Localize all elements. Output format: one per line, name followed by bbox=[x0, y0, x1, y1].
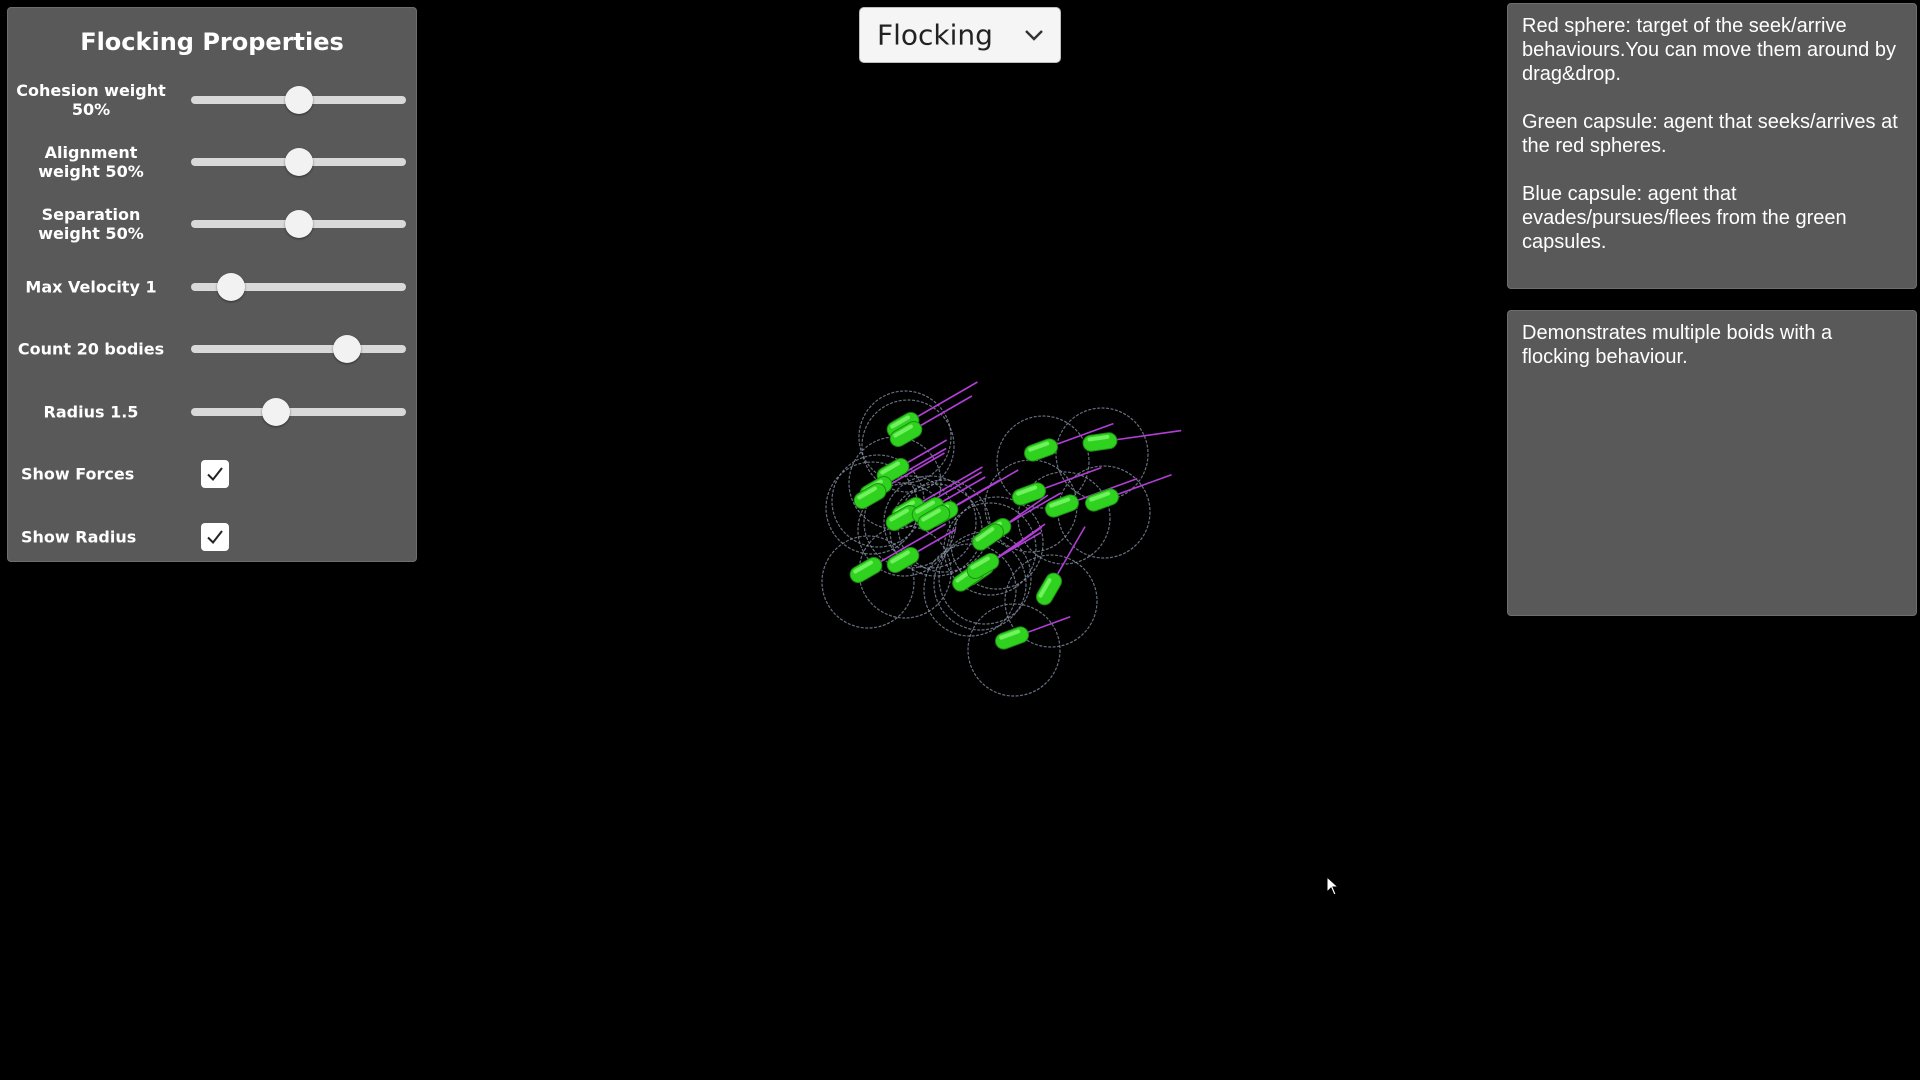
legend-blue-capsule: Blue capsule: agent that evades/pursues/… bbox=[1522, 183, 1847, 253]
show-radius-label: Show Radius bbox=[21, 527, 137, 547]
mode-selected-value: Flocking bbox=[877, 18, 993, 52]
legend-red-sphere: Red sphere: target of the seek/arrive be… bbox=[1522, 15, 1896, 85]
green-capsule-agent bbox=[1045, 494, 1079, 518]
green-capsule-agent bbox=[1024, 438, 1058, 462]
show-forces-label: Show Forces bbox=[21, 464, 135, 484]
slider-thumb[interactable] bbox=[262, 398, 291, 426]
green-capsule-agent bbox=[1082, 432, 1118, 452]
slider-thumb[interactable] bbox=[284, 148, 313, 176]
mode-dropdown[interactable]: Flocking bbox=[859, 7, 1061, 63]
count-label: Count 20 bodies bbox=[17, 339, 165, 359]
count-slider[interactable] bbox=[191, 334, 406, 364]
alignment-row: Alignment weight 50% bbox=[8, 137, 416, 187]
checkmark-icon bbox=[207, 530, 223, 545]
green-capsule-agent bbox=[995, 626, 1029, 650]
slider-track bbox=[191, 408, 406, 416]
show-forces-checkbox[interactable] bbox=[201, 460, 229, 488]
show-radius-row: Show Radius bbox=[8, 512, 416, 562]
separation-slider[interactable] bbox=[191, 209, 406, 239]
chevron-down-icon bbox=[1025, 30, 1043, 41]
max-velocity-row: Max Velocity 1 bbox=[8, 262, 416, 312]
cohesion-row: Cohesion weight 50% bbox=[8, 75, 416, 125]
green-capsule-agent bbox=[1036, 572, 1062, 606]
green-capsule-agent bbox=[849, 557, 883, 583]
mouse-cursor-icon bbox=[1326, 876, 1340, 896]
radius-slider[interactable] bbox=[191, 397, 406, 427]
description-panel: Demonstrates multiple boids with a flock… bbox=[1507, 310, 1917, 616]
slider-track bbox=[191, 345, 406, 353]
show-radius-checkbox[interactable] bbox=[201, 523, 229, 551]
alignment-slider[interactable] bbox=[191, 147, 406, 177]
radius-label: Radius 1.5 bbox=[43, 402, 139, 422]
show-forces-row: Show Forces bbox=[8, 449, 416, 499]
separation-label: Separation weight 50% bbox=[38, 205, 144, 243]
slider-thumb[interactable] bbox=[284, 86, 313, 114]
count-row: Count 20 bodies bbox=[8, 324, 416, 374]
panel-title: Flocking Properties bbox=[80, 28, 344, 56]
separation-row: Separation weight 50% bbox=[8, 199, 416, 249]
radius-row: Radius 1.5 bbox=[8, 387, 416, 437]
radius-circle bbox=[967, 603, 1061, 697]
max-velocity-label: Max Velocity 1 bbox=[25, 277, 157, 297]
legend-green-capsule: Green capsule: agent that seeks/arrives … bbox=[1522, 111, 1898, 157]
radius-circle bbox=[1055, 407, 1149, 501]
boid-agents bbox=[849, 412, 1119, 650]
checkmark-icon bbox=[207, 467, 223, 482]
alignment-label: Alignment weight 50% bbox=[38, 143, 144, 181]
max-velocity-slider[interactable] bbox=[191, 272, 406, 302]
slider-thumb[interactable] bbox=[333, 335, 362, 363]
flocking-properties-panel: Flocking Properties Cohesion weight 50% … bbox=[7, 7, 417, 562]
cohesion-slider[interactable] bbox=[191, 85, 406, 115]
slider-thumb[interactable] bbox=[217, 273, 246, 301]
description-text: Demonstrates multiple boids with a flock… bbox=[1522, 322, 1833, 368]
cohesion-label: Cohesion weight 50% bbox=[16, 81, 166, 119]
slider-thumb[interactable] bbox=[284, 210, 313, 238]
legend-panel: Red sphere: target of the seek/arrive be… bbox=[1507, 3, 1917, 289]
radius-circle bbox=[923, 543, 1017, 637]
